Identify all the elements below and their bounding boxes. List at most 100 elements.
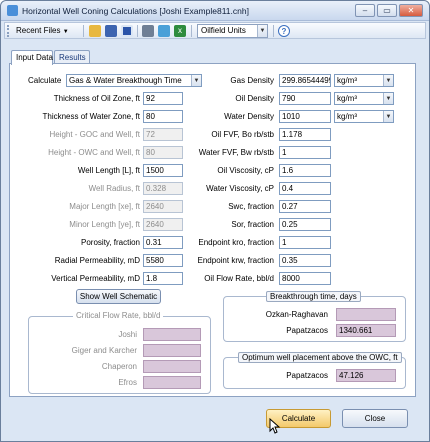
- field-input: 2640: [143, 200, 183, 213]
- gas-density-label: Gas Density: [230, 76, 274, 85]
- recent-files-button[interactable]: Recent Files ▼: [13, 24, 72, 38]
- field-label: Thickness of Oil Zone, ft: [53, 94, 140, 103]
- result-output: [143, 376, 201, 389]
- result-output: 47.126: [336, 369, 396, 382]
- oil-density-unit: kg/m³: [337, 94, 357, 103]
- result-output: 1340.661: [336, 324, 396, 337]
- result-label: Ozkan-Raghavan: [265, 310, 328, 319]
- toolbar-grip[interactable]: [7, 25, 11, 37]
- field-input[interactable]: 80: [143, 110, 183, 123]
- field-label: Major Length [xe], ft: [69, 202, 140, 211]
- field-input[interactable]: 1.8: [143, 272, 183, 285]
- toolbar-separator: [273, 25, 274, 37]
- result-label: Giger and Karcher: [71, 346, 137, 355]
- oil-density-input[interactable]: 790: [279, 92, 331, 105]
- gas-density-unit-select[interactable]: kg/m³ ▼: [334, 74, 394, 87]
- field-label: Minor Length [ye], ft: [69, 220, 140, 229]
- units-select[interactable]: Oilfield Units ▼: [197, 24, 268, 38]
- field-label: Water FVF, Bw rb/stb: [198, 148, 274, 157]
- field-input[interactable]: 0.35: [279, 254, 331, 267]
- field-input[interactable]: 5580: [143, 254, 183, 267]
- field-label: Sor, fraction: [231, 220, 274, 229]
- field-input[interactable]: 8000: [279, 272, 331, 285]
- water-density-unit-select[interactable]: kg/m³ ▼: [334, 110, 394, 123]
- field-input[interactable]: 0.4: [279, 182, 331, 195]
- field-input: 72: [143, 128, 183, 141]
- result-label: Papatzacos: [286, 326, 328, 335]
- critical-flow-rate-group: Critical Flow Rate, bbl/d Joshi Giger and…: [28, 311, 211, 394]
- tab-input-data[interactable]: Input Data: [11, 50, 53, 65]
- optimum-placement-group: Optimum well placement above the OWC, ft…: [223, 352, 406, 389]
- chevron-down-icon[interactable]: ▼: [257, 25, 267, 37]
- save-icon[interactable]: [105, 25, 117, 37]
- help-icon[interactable]: ?: [278, 25, 290, 37]
- field-label: Well Radius, ft: [88, 184, 140, 193]
- result-label: Joshi: [118, 330, 137, 339]
- result-label: Efros: [118, 378, 137, 387]
- title-bar: Horizontal Well Coning Calculations [Jos…: [1, 1, 429, 21]
- result-label: Chaperon: [101, 362, 137, 371]
- field-label: Swc, fraction: [228, 202, 274, 211]
- app-icon: [7, 5, 18, 16]
- field-label: Oil Flow Rate, bbl/d: [204, 274, 274, 283]
- field-input: 80: [143, 146, 183, 159]
- field-label: Porosity, fraction: [81, 238, 140, 247]
- field-input[interactable]: 1.178: [279, 128, 331, 141]
- chevron-down-icon[interactable]: ▼: [383, 75, 393, 86]
- result-label: Papatzacos: [286, 371, 328, 380]
- toolbar-separator: [191, 25, 192, 37]
- units-value: Oilfield Units: [201, 26, 246, 35]
- field-input[interactable]: 0.25: [279, 218, 331, 231]
- field-input[interactable]: 1.6: [279, 164, 331, 177]
- field-input[interactable]: 1: [279, 146, 331, 159]
- open-folder-icon[interactable]: [89, 25, 101, 37]
- field-input[interactable]: 1: [279, 236, 331, 249]
- calculate-value: Gas & Water Breakthough Time: [69, 76, 182, 85]
- field-input[interactable]: 0.27: [279, 200, 331, 213]
- tab-results[interactable]: Results: [54, 50, 90, 64]
- result-output: [143, 360, 201, 373]
- close-window-button[interactable]: ✕: [399, 4, 423, 17]
- field-label: Endpoint kro, fraction: [198, 238, 274, 247]
- close-button[interactable]: Close: [342, 409, 408, 428]
- minimize-button[interactable]: –: [355, 4, 375, 17]
- water-density-input[interactable]: 1010: [279, 110, 331, 123]
- field-label: Oil Viscosity, cP: [217, 166, 274, 175]
- optimum-placement-title: Optimum well placement above the OWC, ft: [238, 352, 402, 363]
- oil-density-unit-select[interactable]: kg/m³ ▼: [334, 92, 394, 105]
- mouse-cursor-icon: [269, 418, 281, 434]
- excel-icon[interactable]: x: [174, 25, 186, 37]
- input-data-panel: Calculate Gas & Water Breakthough Time ▼…: [9, 63, 416, 397]
- breakthrough-time-group: Breakthrough time, days Ozkan-Raghavan Pa…: [223, 291, 406, 342]
- field-label: Oil FVF, Bo rb/stb: [211, 130, 274, 139]
- water-density-label: Water Density: [224, 112, 274, 121]
- maximize-button[interactable]: ▭: [377, 4, 397, 17]
- field-label: Radial Permeability, mD: [54, 256, 140, 265]
- field-label: Vertical Permeability, mD: [51, 274, 140, 283]
- field-label: Water Viscosity, cP: [206, 184, 274, 193]
- toolbar-separator: [83, 25, 84, 37]
- chevron-down-icon[interactable]: ▼: [383, 111, 393, 122]
- chevron-down-icon[interactable]: ▼: [383, 93, 393, 104]
- field-input: 0.328: [143, 182, 183, 195]
- chevron-down-icon: ▼: [62, 29, 69, 35]
- document-icon[interactable]: [121, 25, 133, 37]
- monitor-icon[interactable]: [158, 25, 170, 37]
- show-well-schematic-button[interactable]: Show Well Schematic: [76, 289, 161, 304]
- field-label: Height - GOC and Well, ft: [49, 130, 140, 139]
- recent-files-label: Recent Files: [16, 26, 61, 35]
- field-label: Well Length [L], ft: [77, 166, 140, 175]
- water-density-unit: kg/m³: [337, 112, 357, 121]
- breakthrough-time-title: Breakthrough time, days: [266, 291, 361, 302]
- gas-density-unit: kg/m³: [337, 76, 357, 85]
- gas-density-input[interactable]: 299.86544499: [279, 74, 331, 87]
- field-input[interactable]: 1500: [143, 164, 183, 177]
- result-output: [336, 308, 396, 321]
- toolbar: Recent Files ▼ x Oilfield Units ▼ ?: [4, 22, 426, 39]
- field-input[interactable]: 0.31: [143, 236, 183, 249]
- result-output: [143, 344, 201, 357]
- critical-flow-rate-title: Critical Flow Rate, bbl/d: [73, 311, 164, 320]
- field-input[interactable]: 92: [143, 92, 183, 105]
- print-icon[interactable]: [142, 25, 154, 37]
- oil-density-label: Oil Density: [235, 94, 274, 103]
